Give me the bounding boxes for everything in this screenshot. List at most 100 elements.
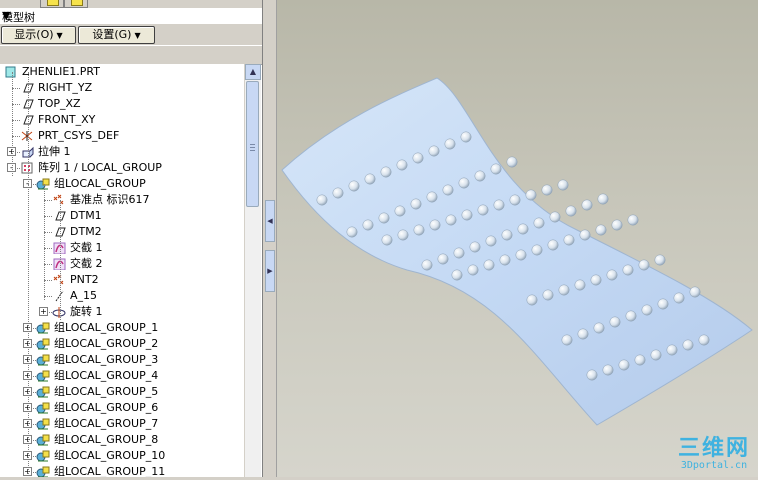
tree-item[interactable]: + 拉伸 1 bbox=[0, 144, 244, 160]
bump bbox=[458, 177, 470, 189]
tree-connector bbox=[44, 216, 52, 217]
bump bbox=[485, 235, 497, 247]
tree-item[interactable]: + 组LOCAL_GROUP_1 bbox=[0, 320, 244, 336]
expand-icon[interactable]: + bbox=[39, 307, 48, 316]
bump bbox=[531, 244, 543, 256]
bump bbox=[634, 354, 646, 366]
pattern-icon bbox=[21, 162, 33, 174]
tree-connector bbox=[12, 136, 20, 137]
tree-item[interactable]: + 组LOCAL_GROUP_10 bbox=[0, 448, 244, 464]
show-button[interactable]: 显示(O) ▼ bbox=[1, 26, 76, 44]
datum-point-icon bbox=[53, 194, 64, 205]
tree-item[interactable]: A_15 bbox=[0, 288, 244, 304]
bump bbox=[467, 264, 479, 276]
group-icon bbox=[36, 450, 50, 462]
bump bbox=[453, 247, 465, 259]
watermark-brand: 三维网 bbox=[677, 436, 750, 461]
tree-item[interactable]: + 组LOCAL_GROUP_8 bbox=[0, 432, 244, 448]
show-button-label: 显示(O) bbox=[14, 28, 54, 41]
tree-item[interactable]: + 组LOCAL_GROUP_11 bbox=[0, 464, 244, 477]
tree-item[interactable]: FRONT_XY bbox=[0, 112, 244, 128]
tree-toolbar: 显示(O) ▼ 设置(G) ▼ bbox=[0, 25, 262, 45]
bump bbox=[673, 292, 685, 304]
tree-item-label: 组LOCAL_GROUP_4 bbox=[54, 369, 159, 382]
tree-item-label: 组LOCAL_GROUP_7 bbox=[54, 417, 159, 430]
bump bbox=[606, 269, 618, 281]
tree-item[interactable]: DTM2 bbox=[0, 224, 244, 240]
tree-item-label: 旋转 1 bbox=[70, 305, 103, 318]
bump bbox=[442, 184, 454, 196]
tree-item-label: DTM1 bbox=[70, 209, 102, 222]
panel-tabs bbox=[0, 0, 262, 8]
tree-item[interactable]: ZHENLIE1.PRT bbox=[0, 64, 244, 80]
tab-favorites[interactable] bbox=[64, 0, 88, 8]
tree-item-label: PNT2 bbox=[70, 273, 99, 286]
watermark-site: 3Dportal.cn bbox=[680, 460, 748, 471]
bump bbox=[627, 214, 639, 226]
graphics-viewport[interactable]: 三维网 3Dportal.cn bbox=[277, 0, 758, 477]
tree-item[interactable]: TOP_XZ bbox=[0, 96, 244, 112]
bump bbox=[557, 179, 569, 191]
tree-item[interactable]: 交截 2 bbox=[0, 256, 244, 272]
tree-item[interactable]: 基准点 标识617 bbox=[0, 192, 244, 208]
bump bbox=[622, 264, 634, 276]
bump bbox=[332, 187, 344, 199]
tree-item[interactable]: PNT2 bbox=[0, 272, 244, 288]
panel-splitter[interactable]: ◀ ▶ bbox=[263, 0, 277, 477]
settings-button[interactable]: 设置(G) ▼ bbox=[78, 26, 155, 44]
tree-item[interactable]: + 组LOCAL_GROUP_7 bbox=[0, 416, 244, 432]
scroll-up-icon[interactable]: ▲ bbox=[245, 64, 261, 80]
settings-button-label: 设置(G) bbox=[92, 28, 132, 41]
bump bbox=[574, 279, 586, 291]
bump bbox=[506, 156, 518, 168]
tree-item-label: A_15 bbox=[70, 289, 98, 302]
tree-item-label: RIGHT_YZ bbox=[38, 81, 93, 94]
bump bbox=[526, 294, 538, 306]
tree-item[interactable]: - 组LOCAL_GROUP bbox=[0, 176, 244, 192]
bump bbox=[429, 219, 441, 231]
tree-item-label: FRONT_XY bbox=[38, 113, 96, 126]
bump bbox=[558, 284, 570, 296]
collapse-left-icon[interactable]: ◀ bbox=[265, 200, 275, 242]
bump bbox=[445, 214, 457, 226]
tree-item-label: 组LOCAL_GROUP bbox=[54, 177, 146, 190]
bump bbox=[380, 166, 392, 178]
bump bbox=[611, 219, 623, 231]
tree-item[interactable]: + 组LOCAL_GROUP_4 bbox=[0, 368, 244, 384]
bump bbox=[348, 180, 360, 192]
tree-item[interactable]: + 组LOCAL_GROUP_6 bbox=[0, 400, 244, 416]
bump bbox=[346, 226, 358, 238]
group-icon bbox=[36, 178, 50, 190]
tab-folder[interactable] bbox=[40, 0, 64, 8]
chevron-down-icon[interactable]: ▼ bbox=[2, 9, 258, 22]
tree-item-label: 交截 1 bbox=[70, 241, 103, 254]
tree-scrollbar[interactable]: ▲ bbox=[244, 64, 261, 477]
bump bbox=[577, 328, 589, 340]
bump bbox=[378, 212, 390, 224]
tree-item-label: 阵列 1 / LOCAL_GROUP bbox=[38, 161, 162, 174]
expand-right-icon[interactable]: ▶ bbox=[265, 250, 275, 292]
tree-item[interactable]: + 旋转 1 bbox=[0, 304, 244, 320]
bump bbox=[410, 198, 422, 210]
bump bbox=[549, 211, 561, 223]
tree-item[interactable]: RIGHT_YZ bbox=[0, 80, 244, 96]
tree-item[interactable]: DTM1 bbox=[0, 208, 244, 224]
tree-item[interactable]: - 阵列 1 / LOCAL_GROUP bbox=[0, 160, 244, 176]
tree-item-label: 组LOCAL_GROUP_5 bbox=[54, 385, 159, 398]
tree-connector bbox=[12, 120, 20, 121]
bump bbox=[563, 234, 575, 246]
tree-item-label: 组LOCAL_GROUP_2 bbox=[54, 337, 159, 350]
bump bbox=[362, 219, 374, 231]
tree-item[interactable]: 交截 1 bbox=[0, 240, 244, 256]
bump bbox=[565, 205, 577, 217]
model-tree: ZHENLIE1.PRT RIGHT_YZ TOP_XZ FRONT_XY PRT_CS… bbox=[0, 64, 244, 477]
scroll-thumb[interactable] bbox=[246, 81, 259, 207]
tree-item[interactable]: + 组LOCAL_GROUP_3 bbox=[0, 352, 244, 368]
tree-item[interactable]: + 组LOCAL_GROUP_2 bbox=[0, 336, 244, 352]
tree-item[interactable]: PRT_CSYS_DEF bbox=[0, 128, 244, 144]
tree-item[interactable]: + 组LOCAL_GROUP_5 bbox=[0, 384, 244, 400]
bump bbox=[525, 189, 537, 201]
bump bbox=[609, 316, 621, 328]
bump bbox=[469, 241, 481, 253]
bump bbox=[618, 359, 630, 371]
